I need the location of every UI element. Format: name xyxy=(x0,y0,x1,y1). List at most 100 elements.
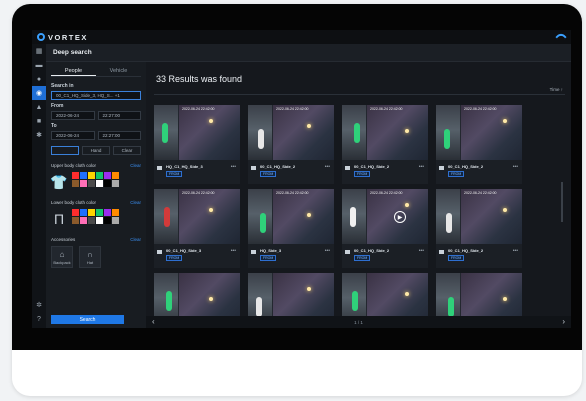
upper-color-swatch[interactable] xyxy=(72,180,79,187)
search-in-field[interactable]: 00_C1_HQ_Side_3, HQ_S... +1 xyxy=(51,91,141,100)
more-options-icon[interactable]: ••• xyxy=(325,248,330,254)
thumbnail-timestamp: 2022-06-24 22:42:00 xyxy=(276,191,309,195)
from-date-field[interactable]: 2022-06-24 xyxy=(51,111,95,120)
person-icon[interactable]: ● xyxy=(32,72,46,86)
dashboard-icon[interactable]: ▦ xyxy=(32,44,46,58)
result-card[interactable] xyxy=(436,273,522,328)
more-options-icon[interactable]: ••• xyxy=(419,248,424,254)
upper-color-swatch[interactable] xyxy=(112,180,119,187)
tab-people[interactable]: People xyxy=(51,66,96,76)
search-button[interactable]: Search xyxy=(51,315,124,324)
result-card[interactable]: 2022-06-24 22:42:00 00_C1_HQ_Side_2 FROM ••… xyxy=(342,105,428,184)
lower-color-swatch[interactable] xyxy=(88,217,95,224)
person-figure xyxy=(448,297,454,317)
thumbnail-timestamp: 2022-06-24 22:42:00 xyxy=(182,107,215,111)
more-options-icon[interactable]: ••• xyxy=(513,248,518,254)
gear-icon[interactable]: ✲ xyxy=(32,298,46,312)
accessories-label: Accessories xyxy=(51,237,76,242)
prev-page-icon[interactable]: ‹ xyxy=(152,317,155,326)
play-icon[interactable]: ▶ xyxy=(394,211,406,223)
source-badge: FROM xyxy=(166,255,183,261)
result-card[interactable]: 2022-06-24 22:42:00 ▶ 00_C1_HQ_Side_2 FROM •… xyxy=(342,189,428,268)
scrollbar[interactable] xyxy=(561,182,563,222)
brand-name: VORTEX xyxy=(48,32,88,42)
lower-clear-link[interactable]: Clear xyxy=(130,200,141,205)
more-options-icon[interactable]: ••• xyxy=(419,164,424,170)
result-thumbnail[interactable]: 2022-06-24 22:42:00 xyxy=(342,105,428,160)
upper-clear-link[interactable]: Clear xyxy=(130,163,141,168)
result-card[interactable]: 2022-06-24 22:42:00 HQ_Side_3 FROM ••• xyxy=(248,189,334,268)
page-title: Deep search xyxy=(46,44,571,62)
result-thumbnail[interactable]: 2022-06-24 22:42:00 xyxy=(436,189,522,244)
lower-color-swatch[interactable] xyxy=(80,217,87,224)
upper-color-swatch[interactable] xyxy=(72,172,79,179)
sort-control[interactable]: Time ↑ xyxy=(550,87,563,92)
result-card[interactable]: 2022-06-24 22:42:00 HQ_C1_HQ_Side_3 FROM ••… xyxy=(154,105,240,184)
lower-color-swatch[interactable] xyxy=(72,209,79,216)
from-time-field[interactable]: 22:27:00 xyxy=(97,111,141,120)
more-options-icon[interactable]: ••• xyxy=(325,164,330,170)
result-card[interactable]: 2022-06-24 22:42:00 00_C1_HQ_Side_3 FROM ••… xyxy=(154,189,240,268)
lower-color-swatch[interactable] xyxy=(112,217,119,224)
result-card[interactable] xyxy=(248,273,334,328)
hat-option[interactable]: ∩ Hat xyxy=(79,246,101,268)
upper-color-swatch[interactable] xyxy=(112,172,119,179)
backpack-option[interactable]: ⌂ Backpack xyxy=(51,246,73,268)
results-area: 33 Results was found Time ↑ 2022-06-24 2… xyxy=(146,62,571,328)
lower-color-swatch[interactable] xyxy=(72,217,79,224)
top-bar: VORTEX xyxy=(32,30,571,44)
upper-color-swatch[interactable] xyxy=(96,172,103,179)
to-date-field[interactable]: 2022-06-24 xyxy=(51,131,95,140)
settings-icon[interactable]: ✱ xyxy=(32,128,46,142)
more-options-icon[interactable]: ••• xyxy=(513,164,518,170)
thumbnail-timestamp: 2022-06-24 22:42:00 xyxy=(276,107,309,111)
upper-color-swatch[interactable] xyxy=(104,172,111,179)
quick-action-icon[interactable] xyxy=(555,31,567,43)
pagination-bar: ‹ 1 / 1 › xyxy=(146,316,571,328)
lower-color-swatch[interactable] xyxy=(96,209,103,216)
upper-color-swatch[interactable] xyxy=(88,172,95,179)
help-icon[interactable]: ? xyxy=(32,312,46,326)
to-time-field[interactable]: 22:27:00 xyxy=(97,131,141,140)
device-frame: VORTEX ▦ ▬ ● ◉ ▲ ■ ✱ ✲ ? Deep search Peo… xyxy=(12,4,582,396)
result-thumbnail[interactable]: 2022-06-24 22:42:00 xyxy=(248,105,334,160)
option-tab-hand[interactable]: Hand xyxy=(82,146,110,155)
lower-color-swatch[interactable] xyxy=(96,217,103,224)
camera-icon xyxy=(439,166,444,170)
accessories-clear-link[interactable]: Clear xyxy=(130,237,141,242)
next-page-icon[interactable]: › xyxy=(562,317,565,326)
upper-color-swatch[interactable] xyxy=(88,180,95,187)
upper-color-swatches xyxy=(72,172,119,187)
person-figure xyxy=(352,291,358,311)
result-thumbnail[interactable]: 2022-06-24 22:42:00 xyxy=(436,105,522,160)
more-options-icon[interactable]: ••• xyxy=(231,248,236,254)
more-options-icon[interactable]: ••• xyxy=(231,164,236,170)
option-tab-clear[interactable]: Clear xyxy=(113,146,141,155)
person-figure xyxy=(260,213,266,233)
alert-icon[interactable]: ▲ xyxy=(32,100,46,114)
option-tab-1[interactable] xyxy=(51,146,79,155)
lower-color-swatch[interactable] xyxy=(104,217,111,224)
result-card[interactable]: 2022-06-24 22:42:00 00_C1_HQ_Side_2 FROM ••… xyxy=(436,189,522,268)
result-card[interactable] xyxy=(342,273,428,328)
archive-icon[interactable]: ■ xyxy=(32,114,46,128)
folder-icon[interactable]: ▬ xyxy=(32,58,46,72)
result-thumbnail[interactable]: 2022-06-24 22:42:00 xyxy=(154,105,240,160)
tab-vehicle[interactable]: Vehicle xyxy=(96,66,141,76)
upper-color-swatch[interactable] xyxy=(80,172,87,179)
result-card[interactable] xyxy=(154,273,240,328)
result-card[interactable]: 2022-06-24 22:42:00 00_C1_HQ_Side_2 FROM ••… xyxy=(436,105,522,184)
result-thumbnail[interactable]: 2022-06-24 22:42:00 xyxy=(248,189,334,244)
deep-search-icon[interactable]: ◉ xyxy=(32,86,46,100)
lower-color-swatch[interactable] xyxy=(104,209,111,216)
lower-color-swatch[interactable] xyxy=(80,209,87,216)
upper-color-swatch[interactable] xyxy=(96,180,103,187)
lower-color-swatch[interactable] xyxy=(88,209,95,216)
from-label: From xyxy=(51,103,64,109)
result-thumbnail[interactable]: 2022-06-24 22:42:00 ▶ xyxy=(342,189,428,244)
upper-color-swatch[interactable] xyxy=(104,180,111,187)
result-card[interactable]: 2022-06-24 22:42:00 00_C1_HQ_Side_2 FROM ••… xyxy=(248,105,334,184)
result-thumbnail[interactable]: 2022-06-24 22:42:00 xyxy=(154,189,240,244)
lower-color-swatch[interactable] xyxy=(112,209,119,216)
upper-color-swatch[interactable] xyxy=(80,180,87,187)
